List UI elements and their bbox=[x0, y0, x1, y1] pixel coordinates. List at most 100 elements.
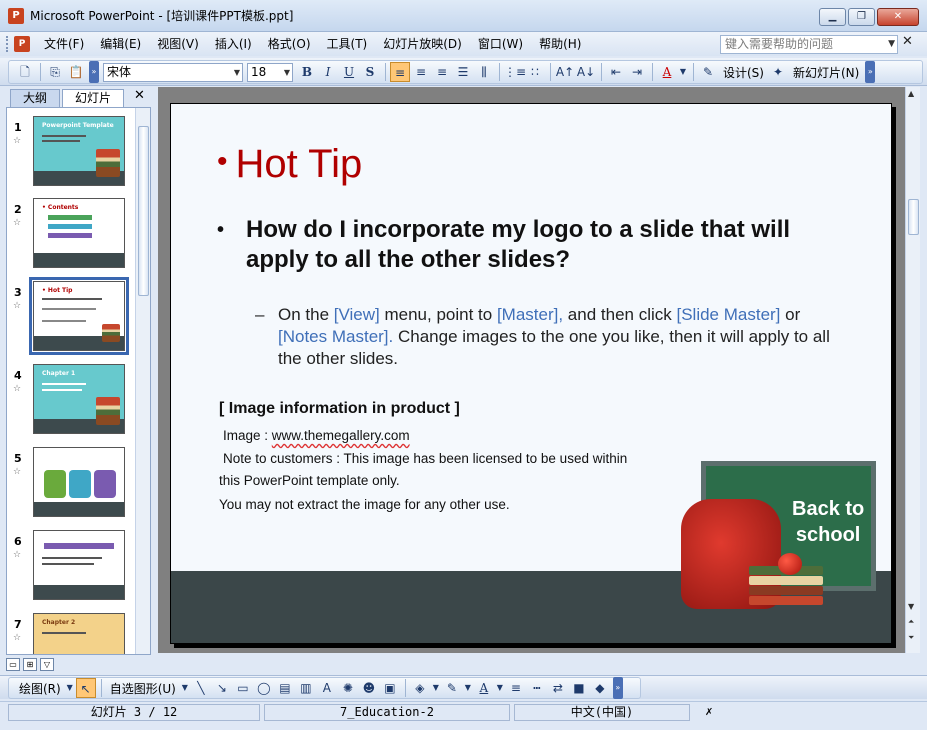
chevron-down-icon[interactable]: ▼ bbox=[180, 678, 190, 698]
slideshow-icon[interactable]: ▽ bbox=[40, 657, 54, 671]
autoshape-menu[interactable]: 自选图形(U) bbox=[106, 680, 180, 697]
minimize-button[interactable]: ▁ bbox=[819, 8, 846, 26]
font-color-icon[interactable]: A bbox=[474, 678, 494, 698]
tab-slides[interactable]: 幻灯片 bbox=[62, 89, 124, 107]
editor-scrollbar[interactable]: ▲ ▼ ⏶ ⏷ bbox=[905, 87, 920, 653]
current-slide[interactable]: • Hot Tip • How do I incorporate my logo t… bbox=[170, 103, 892, 644]
bullets-icon[interactable]: ∷ bbox=[525, 62, 545, 82]
normal-view-icon[interactable]: ▭ bbox=[6, 657, 20, 671]
diagram-icon[interactable]: ✺ bbox=[338, 678, 358, 698]
close-button[interactable]: ✕ bbox=[877, 8, 919, 26]
scrollbar-thumb[interactable] bbox=[138, 126, 149, 296]
slide-thumbnail[interactable]: 7 ☆ Chapter 2 bbox=[7, 613, 137, 654]
scroll-up-icon[interactable]: ▲ bbox=[908, 89, 914, 98]
slide-sorter-icon[interactable]: ⊞ bbox=[23, 657, 37, 671]
bold-icon[interactable]: B bbox=[297, 62, 317, 82]
fill-color-icon[interactable]: ◈ bbox=[410, 678, 430, 698]
draw-menu[interactable]: 绘图(R) bbox=[15, 680, 65, 697]
slide-subtitle[interactable]: • How do I incorporate my logo to a slide… bbox=[217, 215, 837, 275]
slide-thumbnail[interactable]: 1 ☆ Powerpoint Template bbox=[7, 116, 137, 196]
rectangle-icon[interactable]: ▭ bbox=[233, 678, 253, 698]
document-close-icon[interactable]: ✕ bbox=[902, 34, 913, 49]
thumbnail-image[interactable]: Chapter 1 bbox=[33, 364, 125, 434]
note-line-1[interactable]: Note to customers : This image has been … bbox=[223, 451, 627, 466]
chevron-down-icon[interactable]: ▼ bbox=[65, 678, 75, 698]
decrease-font-icon[interactable]: A↓ bbox=[576, 62, 596, 82]
thumbnail-image[interactable] bbox=[33, 530, 125, 600]
thumbnail-image[interactable]: Powerpoint Template bbox=[33, 116, 125, 186]
tab-outline[interactable]: 大纲 bbox=[10, 89, 60, 107]
shadow-style-icon[interactable]: ■ bbox=[569, 678, 589, 698]
help-search-input[interactable]: 键入需要帮助的问题 ▼ bbox=[720, 35, 898, 54]
new-slide-icon[interactable]: ✦ bbox=[768, 62, 788, 82]
slide-thumbnail[interactable]: 6 ☆ bbox=[7, 530, 137, 610]
distribute-icon[interactable]: ⫼ bbox=[474, 62, 494, 82]
textbox-icon[interactable]: ▤ bbox=[275, 678, 295, 698]
font-color-icon[interactable]: A bbox=[657, 62, 677, 82]
thumbnail-image[interactable]: • Contents bbox=[33, 198, 125, 268]
new-slide-button[interactable]: 新幻灯片(N) bbox=[789, 64, 863, 81]
scrollbar-thumb[interactable] bbox=[908, 199, 919, 235]
numbering-icon[interactable]: ⋮≡ bbox=[504, 62, 526, 82]
arrow-icon[interactable]: ↘ bbox=[212, 678, 232, 698]
clipart-icon[interactable]: ☻ bbox=[359, 678, 379, 698]
design-icon[interactable]: ✎ bbox=[698, 62, 718, 82]
paste-icon[interactable]: 📋 bbox=[66, 62, 86, 82]
toolbar-options-icon[interactable]: » bbox=[89, 61, 99, 83]
justify-icon[interactable]: ☰ bbox=[453, 62, 473, 82]
font-name-select[interactable]: 宋体 ▼ bbox=[103, 62, 243, 82]
slide-thumbnail-selected[interactable]: 3 ☆ • Hot Tip bbox=[7, 277, 137, 361]
align-left-icon[interactable]: ≡ bbox=[390, 62, 410, 82]
restore-button[interactable]: ❐ bbox=[848, 8, 875, 26]
thumbnails-scrollbar[interactable] bbox=[135, 108, 150, 654]
menu-view[interactable]: 视图(V) bbox=[149, 33, 207, 55]
chevron-down-icon[interactable]: ▼ bbox=[888, 36, 895, 53]
image-info-line[interactable]: Image : www.themegallery.com bbox=[223, 428, 410, 443]
copy-icon[interactable]: ⎘ bbox=[45, 62, 65, 82]
menu-window[interactable]: 窗口(W) bbox=[470, 33, 531, 55]
decrease-indent-icon[interactable]: ⇤ bbox=[606, 62, 626, 82]
toolbar-options-icon[interactable]: » bbox=[612, 677, 623, 699]
thumbnail-image[interactable]: • Hot Tip bbox=[29, 277, 129, 355]
arrow-style-icon[interactable]: ⇄ bbox=[548, 678, 568, 698]
close-icon[interactable]: ✕ bbox=[134, 88, 145, 103]
line-color-icon[interactable]: ✎ bbox=[442, 678, 462, 698]
menu-format[interactable]: 格式(O) bbox=[260, 33, 319, 55]
underline-icon[interactable]: U bbox=[339, 62, 359, 82]
chevron-down-icon[interactable]: ▼ bbox=[431, 678, 441, 698]
increase-font-icon[interactable]: A↑ bbox=[555, 62, 575, 82]
chevron-down-icon[interactable]: ▼ bbox=[495, 678, 505, 698]
chevron-down-icon[interactable]: ▼ bbox=[678, 62, 688, 82]
wordart-icon[interactable]: A bbox=[317, 678, 337, 698]
image-info-heading[interactable]: [ Image information in product ] bbox=[219, 400, 460, 418]
align-center-icon[interactable]: ≡ bbox=[411, 62, 431, 82]
note-line-2[interactable]: this PowerPoint template only. bbox=[219, 473, 400, 488]
slide-thumbnail[interactable]: 5 ☆ bbox=[7, 447, 137, 527]
font-size-select[interactable]: 18 ▼ bbox=[247, 62, 293, 82]
menu-insert[interactable]: 插入(I) bbox=[207, 33, 260, 55]
new-document-icon[interactable]: 🗋 bbox=[15, 62, 35, 82]
line-icon[interactable]: ╲ bbox=[191, 678, 211, 698]
dash-style-icon[interactable]: ┅ bbox=[527, 678, 547, 698]
menu-edit[interactable]: 编辑(E) bbox=[92, 33, 149, 55]
powerpoint-app-icon[interactable]: P bbox=[8, 7, 24, 24]
shadow-icon[interactable]: S bbox=[360, 62, 380, 82]
vertical-textbox-icon[interactable]: ▥ bbox=[296, 678, 316, 698]
line-style-icon[interactable]: ≡ bbox=[506, 678, 526, 698]
chevron-down-icon[interactable]: ▼ bbox=[463, 678, 473, 698]
thumbnail-image[interactable]: Chapter 2 bbox=[33, 613, 125, 654]
italic-icon[interactable]: I bbox=[318, 62, 338, 82]
previous-slide-icon[interactable]: ⏶ bbox=[908, 617, 914, 627]
menu-grip[interactable] bbox=[6, 36, 9, 52]
select-pointer-icon[interactable]: ↖ bbox=[75, 678, 96, 698]
menu-help[interactable]: 帮助(H) bbox=[531, 33, 589, 55]
picture-icon[interactable]: ▣ bbox=[380, 678, 400, 698]
toolbar-options-icon[interactable]: » bbox=[865, 61, 876, 83]
document-icon[interactable]: P bbox=[14, 36, 30, 52]
slide-body-text[interactable]: – On the [View] menu, point to [Master], … bbox=[255, 304, 835, 370]
menu-file[interactable]: 文件(F) bbox=[36, 33, 92, 55]
slide-title[interactable]: • Hot Tip bbox=[217, 142, 362, 187]
thumbnail-image[interactable] bbox=[33, 447, 125, 517]
spelling-check-icon[interactable]: ✗ bbox=[694, 704, 724, 721]
slide-thumbnail[interactable]: 2 ☆ • Contents bbox=[7, 198, 137, 278]
